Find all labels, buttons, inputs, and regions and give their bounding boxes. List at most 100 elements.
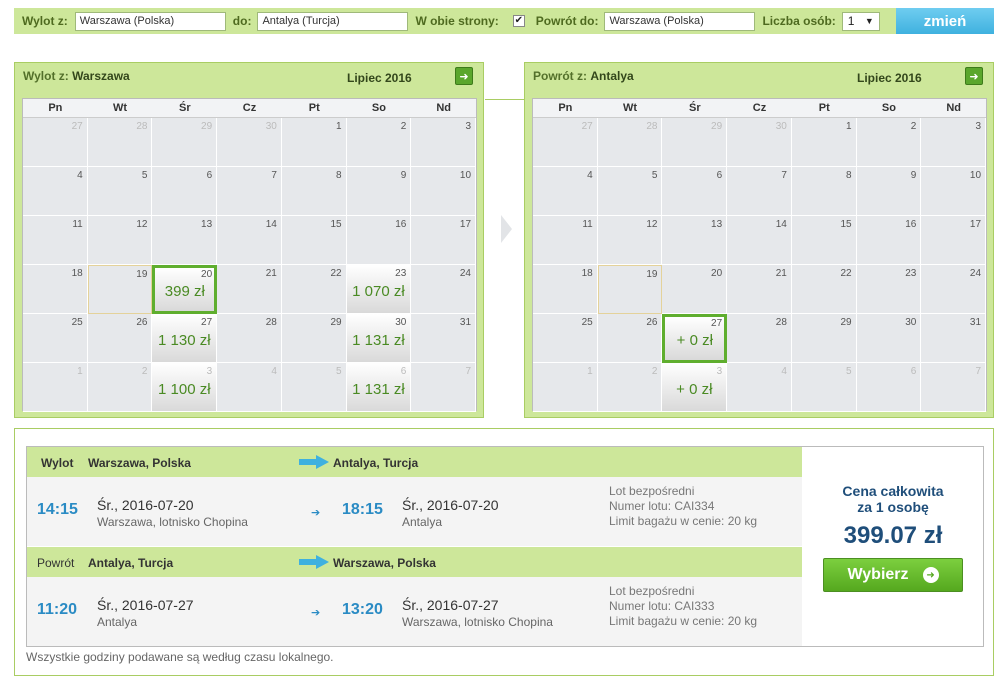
- day-number: 21: [775, 268, 787, 279]
- calendar-week: 4 5 6 7 8 9 10: [533, 167, 987, 216]
- calendar-day: 5: [791, 363, 857, 412]
- select-button[interactable]: Wybierz ➜: [823, 558, 963, 592]
- day-number: 24: [969, 268, 982, 279]
- calendar-week: 25 26 27 + 0 zł 28 29 30 31: [533, 314, 987, 363]
- calendar-day-selected[interactable]: 27 + 0 zł: [662, 314, 728, 363]
- calendar-day: 31: [921, 314, 987, 363]
- day-number: 14: [775, 219, 787, 230]
- calendar-day-with-price[interactable]: 3 1 100 zł: [152, 363, 218, 412]
- arrow-right-icon: ➜: [969, 70, 979, 83]
- calendar-day: 7: [411, 363, 477, 412]
- calendar-connector-arrow-icon: [501, 215, 512, 243]
- from-label: Wylot z:: [22, 14, 68, 28]
- calendar-week: 18 19 20 399 zł 21 22 23 1 070 zł 24: [23, 265, 476, 314]
- calendar-day: 1: [281, 118, 347, 167]
- calendar-day: 5: [597, 167, 663, 216]
- calendar-day: 17: [411, 216, 477, 265]
- calendar-day: 15: [281, 216, 347, 265]
- calendar-day-selected[interactable]: 20 399 zł: [152, 265, 218, 314]
- day-number: 22: [330, 268, 342, 279]
- change-search-button[interactable]: zmień: [896, 8, 994, 34]
- inbound-baggage: Limit bagażu w cenie: 20 kg: [609, 614, 758, 628]
- day-number: 27: [201, 317, 213, 328]
- inbound-dep-place: Antalya: [97, 615, 138, 629]
- day-number: 2: [651, 366, 658, 377]
- day-number: 20: [711, 268, 723, 279]
- day-number: 17: [459, 219, 472, 230]
- roundtrip-label: W obie strony:: [415, 14, 499, 28]
- day-number: 8: [336, 170, 342, 181]
- day-number: 30: [265, 121, 277, 132]
- calendar-day-with-price[interactable]: 27 1 130 zł: [152, 314, 218, 363]
- outbound-label: Wylot: [41, 456, 74, 470]
- calendar-day: 29: [791, 314, 857, 363]
- inbound-arr-place: Warszawa, lotnisko Chopina: [402, 615, 553, 629]
- next-month-button[interactable]: ➜: [965, 67, 983, 85]
- total-price-label: Cena całkowita za 1 osobę: [802, 483, 984, 515]
- outbound-baggage: Limit bagażu w cenie: 20 kg: [609, 514, 758, 528]
- calendar-day: 20: [662, 265, 728, 314]
- calendar-day: 18: [533, 265, 598, 314]
- from-input[interactable]: Warszawa (Polska): [74, 11, 226, 31]
- day-number: 16: [905, 219, 917, 230]
- day-number: 2: [910, 121, 917, 132]
- calendar-header: Wylot z: Warszawa Lipiec 2016 ➜: [15, 63, 483, 91]
- calendar-day: 12: [87, 216, 153, 265]
- day-number: 3: [716, 366, 723, 377]
- calendar-day: 13: [152, 216, 218, 265]
- calendar-day: 29: [662, 118, 728, 167]
- calendar-day: 4: [217, 363, 282, 412]
- calendar-day: 10: [411, 167, 477, 216]
- day-number: 25: [71, 317, 83, 328]
- day-number: 5: [846, 366, 852, 377]
- outbound-dep-date: Śr., 2016-07-20: [97, 497, 194, 513]
- outbound-from: Warszawa, Polska: [88, 456, 191, 470]
- persons-label: Liczba osób:: [762, 14, 836, 28]
- calendar-week: 27 28 29 30 1 2 3: [23, 118, 477, 167]
- inbound-arr-time: 13:20: [342, 601, 383, 618]
- day-number: 13: [201, 219, 213, 230]
- day-number: 9: [910, 170, 917, 181]
- calendar-day: 16: [856, 216, 922, 265]
- return-input[interactable]: Warszawa (Polska): [604, 11, 756, 31]
- inbound-from: Antalya, Turcja: [88, 556, 174, 570]
- arrow-right-icon: ➜: [459, 70, 469, 83]
- day-number: 12: [646, 219, 658, 230]
- calendar-week: 4 5 6 7 8 9 10: [23, 167, 477, 216]
- return-label: Powrót do:: [535, 14, 599, 28]
- calendar-day: 2: [346, 118, 412, 167]
- calendar-day: 3: [921, 118, 987, 167]
- calendar-day-with-price[interactable]: 3 + 0 zł: [662, 363, 728, 412]
- persons-select[interactable]: 1 ▼: [841, 11, 880, 31]
- day-number: 28: [775, 317, 787, 328]
- calendar-day-with-price[interactable]: 23 1 070 zł: [346, 265, 412, 314]
- total-price: 399.07 zł: [843, 522, 943, 549]
- day-number: 18: [71, 268, 83, 279]
- weekday-header: Pn Wt Śr Cz Pt So Nd: [23, 99, 476, 118]
- calendar-day-with-price[interactable]: 30 1 131 zł: [346, 314, 412, 363]
- arrow-right-icon: ➜: [922, 567, 939, 583]
- outbound-arr-date: Śr., 2016-07-20: [402, 497, 499, 513]
- calendar-title: Wylot z: Warszawa: [23, 69, 130, 83]
- day-price: 1 130 zł: [158, 332, 211, 349]
- roundtrip-checkbox[interactable]: ✔: [512, 15, 525, 27]
- calendar-day-with-price[interactable]: 6 1 131 zł: [346, 363, 412, 412]
- next-month-button[interactable]: ➜: [455, 67, 473, 85]
- day-number: 15: [330, 219, 342, 230]
- weekday-label: Cz: [752, 102, 767, 114]
- calendar-day: 2: [856, 118, 922, 167]
- day-number: 3: [465, 121, 472, 132]
- to-input[interactable]: Antalya (Turcja): [257, 11, 409, 31]
- day-number: 30: [905, 317, 917, 328]
- calendar-day: 22: [791, 265, 857, 314]
- calendar-day: 30: [727, 118, 792, 167]
- calendar-day: 6: [662, 167, 728, 216]
- day-number: 10: [969, 170, 982, 181]
- calendar-day: 26: [87, 314, 153, 363]
- outbound-row: 14:15 Śr., 2016-07-20 Warszawa, lotnisko…: [27, 477, 802, 546]
- day-number: 29: [840, 317, 852, 328]
- day-number: 15: [840, 219, 852, 230]
- calendar-day: 4: [533, 167, 598, 216]
- day-number: 7: [271, 170, 277, 181]
- day-number: 18: [581, 268, 593, 279]
